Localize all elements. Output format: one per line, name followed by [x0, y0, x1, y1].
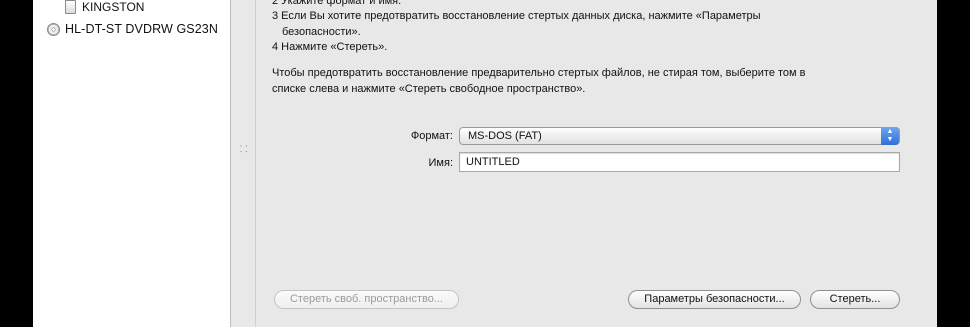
note-line-2: списке слева и нажмите «Стереть свободно… — [272, 82, 586, 95]
sidebar-item-dvd-drive[interactable]: HL-DT-ST DVDRW GS23N — [47, 19, 218, 39]
instruction-step-4: 4 Нажмите «Стереть». — [272, 41, 388, 54]
sidebar-item-kingston[interactable]: KINGSTON — [65, 0, 144, 16]
erase-button[interactable]: Стереть... — [810, 290, 900, 309]
format-select[interactable]: MS-DOS (FAT) ▲ ▼ — [459, 127, 900, 145]
split-view-resize-handle[interactable]: ⸬ — [240, 142, 247, 155]
format-selected-value: MS-DOS (FAT) — [468, 130, 542, 142]
security-options-button[interactable]: Параметры безопасности... — [628, 290, 801, 309]
name-label: Имя: — [428, 157, 453, 169]
format-label: Формат: — [410, 130, 453, 142]
free-space-note: Чтобы предотвратить восстановление предв… — [272, 66, 892, 97]
volume-name-field[interactable]: UNTITLED — [459, 152, 900, 172]
instruction-step-3-cont: безопасности». — [282, 25, 361, 38]
updown-arrows-icon: ▲ ▼ — [881, 127, 899, 145]
sidebar-item-label: HL-DT-ST DVDRW GS23N — [65, 22, 218, 36]
instruction-step-3: 3 Если Вы хотите предотвратить восстанов… — [272, 10, 761, 23]
note-line-1: Чтобы предотвратить восстановление предв… — [272, 67, 806, 79]
sidebar-item-label: KINGSTON — [82, 0, 145, 14]
sidebar-device-list[interactable]: KINGSTON HL-DT-ST DVDRW GS23N — [33, 0, 231, 327]
usb-drive-icon — [65, 0, 76, 14]
optical-disc-icon — [47, 22, 60, 36]
erase-free-space-button[interactable]: Стереть своб. пространство... — [274, 290, 459, 309]
instruction-step-2: 2 Укажите формат и имя. — [272, 0, 402, 7]
erase-instructions: 2 Укажите формат и имя. 3 Если Вы хотите… — [272, 0, 872, 56]
erase-pane: 2 Укажите формат и имя. 3 Если Вы хотите… — [256, 0, 937, 327]
disk-utility-window: KINGSTON HL-DT-ST DVDRW GS23N ⸬ 2 Укажит… — [33, 0, 937, 327]
